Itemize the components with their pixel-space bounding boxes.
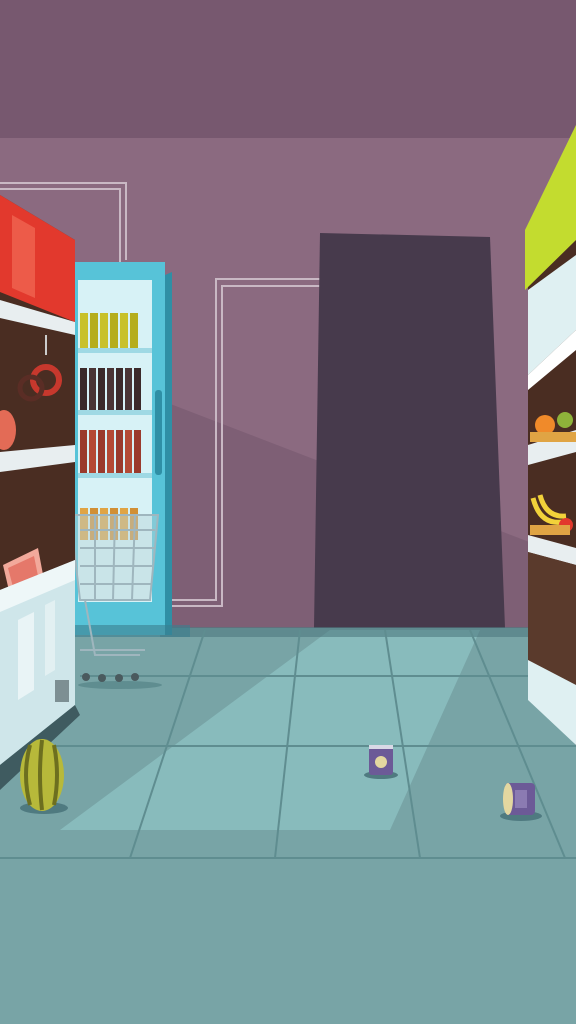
supermarket-aisle-scene <box>0 0 576 1024</box>
doorway <box>314 233 505 628</box>
ceiling <box>0 0 576 140</box>
soda-can-icon <box>364 745 398 779</box>
floor-baseboard <box>160 627 530 637</box>
fridge-handle <box>155 390 162 475</box>
jar-icon <box>80 313 88 348</box>
right-shelf-unit <box>525 125 576 745</box>
bottle-icon <box>80 368 87 410</box>
left-shelf-unit <box>0 195 80 790</box>
